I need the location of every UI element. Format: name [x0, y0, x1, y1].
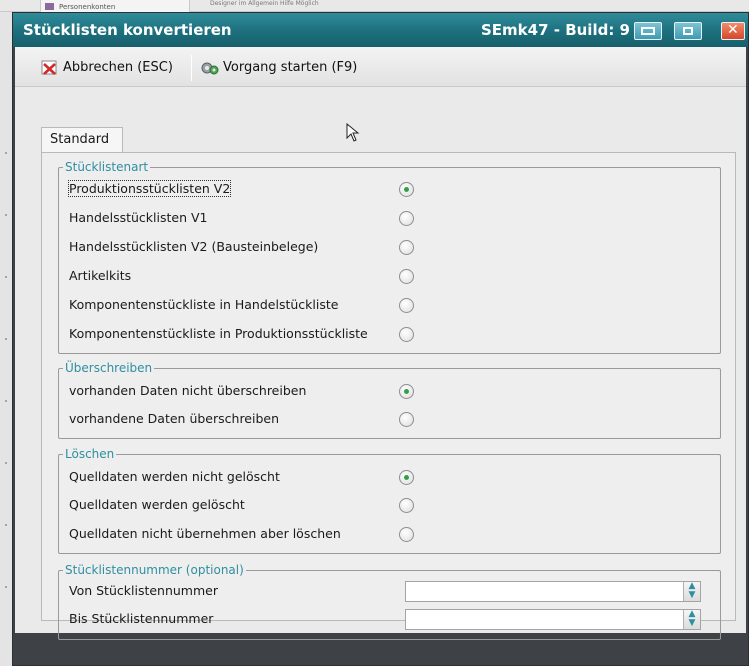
group-legend-stuecklistennummer: Stücklistennummer (optional) — [63, 562, 246, 578]
radio-nicht-ueberschreiben[interactable] — [399, 384, 414, 399]
group-legend-stuecklistenart: Stücklistenart — [63, 159, 151, 175]
restore-icon — [641, 27, 655, 35]
option-label: vorhandene Daten überschreiben — [69, 411, 280, 426]
radio-nicht-geloescht[interactable] — [399, 470, 414, 485]
option-label: Quelldaten werden gelöscht — [69, 497, 245, 512]
tab-panel-standard: Stücklistenart Produktionsstücklisten V2… — [41, 152, 736, 640]
bis-stuecklistennummer-field[interactable]: ▲ ▼ — [405, 609, 701, 630]
option-label: Quelldaten nicht übernehmen aber löschen — [69, 526, 341, 541]
group-legend-ueberschreiben: Überschreiben — [63, 360, 155, 376]
gears-icon — [201, 62, 219, 75]
dialog-window: Stücklisten konvertieren SEmk47 - Build:… — [12, 12, 749, 666]
background-list-item: Personenkonten — [40, 0, 190, 12]
radio-handelsstuecklisten-v2[interactable] — [399, 240, 414, 255]
option-geloescht[interactable]: Quelldaten werden gelöscht — [69, 495, 245, 515]
option-artikelkits[interactable]: Artikelkits — [69, 266, 131, 286]
bis-spin-updown-icon[interactable]: ▲ ▼ — [683, 610, 700, 629]
maximize-icon — [683, 27, 693, 35]
option-handelsstuecklisten-v1[interactable]: Handelsstücklisten V1 — [69, 208, 208, 228]
background-menu-text: Designer im Allgemein Hilfe Möglich — [210, 0, 319, 7]
radio-ueberschreiben[interactable] — [399, 412, 414, 427]
dialog-client-area: Abbrechen (ESC) Vorgang starten (F9) Sta… — [15, 47, 746, 640]
option-nicht-ueberschreiben[interactable]: vorhanden Daten nicht überschreiben — [69, 381, 306, 401]
option-label: Komponentenstückliste in Handelstücklist… — [69, 297, 339, 312]
radio-produktionsstuecklisten-v2[interactable] — [399, 182, 414, 197]
option-label: Artikelkits — [69, 268, 132, 283]
group-stuecklistennummer: Stücklistennummer (optional) Von Stückli… — [58, 562, 721, 640]
close-button[interactable]: ✕ — [721, 22, 745, 40]
title-bar[interactable]: Stücklisten konvertieren SEmk47 - Build:… — [13, 13, 748, 47]
option-label: Handelsstücklisten V2 (Bausteinbelege) — [69, 239, 319, 254]
option-nicht-uebernehmen-loeschen[interactable]: Quelldaten nicht übernehmen aber löschen — [69, 524, 341, 544]
start-label: Vorgang starten (F9) — [223, 60, 358, 75]
group-ueberschreiben: Überschreiben vorhanden Daten nicht über… — [58, 360, 721, 439]
radio-geloescht[interactable] — [399, 498, 414, 513]
option-label: Produktionsstücklisten V2 — [67, 180, 232, 197]
option-ueberschreiben[interactable]: vorhandene Daten überschreiben — [69, 409, 279, 429]
cancel-label: Abbrechen (ESC) — [63, 60, 173, 75]
close-icon: ✕ — [727, 22, 739, 38]
toolbar-separator — [191, 55, 192, 81]
restore-button[interactable] — [634, 22, 662, 40]
radio-komponenten-produktion[interactable] — [399, 327, 414, 342]
von-stuecklistennummer-field[interactable]: ▲ ▼ — [405, 581, 701, 602]
radio-handelsstuecklisten-v1[interactable] — [399, 211, 414, 226]
cancel-x-icon — [41, 60, 57, 75]
option-label: Komponentenstückliste in Produktionsstüc… — [69, 326, 368, 341]
option-komponenten-handel[interactable]: Komponentenstückliste in Handelstücklist… — [69, 295, 338, 315]
radio-komponenten-handel[interactable] — [399, 298, 414, 313]
cancel-button[interactable]: Abbrechen (ESC) — [41, 57, 187, 79]
radio-artikelkits[interactable] — [399, 269, 414, 284]
background-item-label: Personenkonten — [59, 3, 116, 11]
mouse-cursor-icon — [346, 123, 360, 142]
maximize-button[interactable] — [674, 22, 702, 40]
group-stuecklistenart: Stücklistenart Produktionsstücklisten V2… — [58, 159, 721, 354]
group-legend-loeschen: Löschen — [63, 446, 117, 462]
start-button[interactable]: Vorgang starten (F9) — [201, 57, 371, 79]
option-handelsstuecklisten-v2[interactable]: Handelsstücklisten V2 (Bausteinbelege) — [69, 237, 318, 257]
von-stuecklistennummer-label: Von Stücklistennummer — [69, 583, 218, 598]
option-label: Handelsstücklisten V1 — [69, 210, 208, 225]
radio-nicht-uebernehmen-loeschen[interactable] — [399, 527, 414, 542]
toolbar: Abbrechen (ESC) Vorgang starten (F9) — [15, 47, 746, 87]
folder-icon — [45, 3, 54, 10]
background-app-strip: Personenkonten Designer im Allgemein Hil… — [0, 0, 749, 12]
window-title: Stücklisten konvertieren — [23, 21, 232, 39]
option-nicht-geloescht[interactable]: Quelldaten werden nicht gelöscht — [69, 467, 280, 487]
option-label: Quelldaten werden nicht gelöscht — [69, 469, 280, 484]
option-komponenten-produktion[interactable]: Komponentenstückliste in Produktionsstüc… — [69, 324, 368, 344]
von-spin-updown-icon[interactable]: ▲ ▼ — [683, 582, 700, 601]
option-label: vorhanden Daten nicht überschreiben — [69, 383, 307, 398]
bis-stuecklistennummer-label: Bis Stücklistennummer — [69, 611, 214, 626]
group-loeschen: Löschen Quelldaten werden nicht gelöscht… — [58, 446, 721, 554]
tab-standard[interactable]: Standard — [41, 127, 123, 153]
option-produktionsstuecklisten-v2[interactable]: Produktionsstücklisten V2 — [67, 179, 232, 199]
build-label: SEmk47 - Build: 9 — [481, 21, 630, 39]
left-frame — [0, 12, 12, 666]
